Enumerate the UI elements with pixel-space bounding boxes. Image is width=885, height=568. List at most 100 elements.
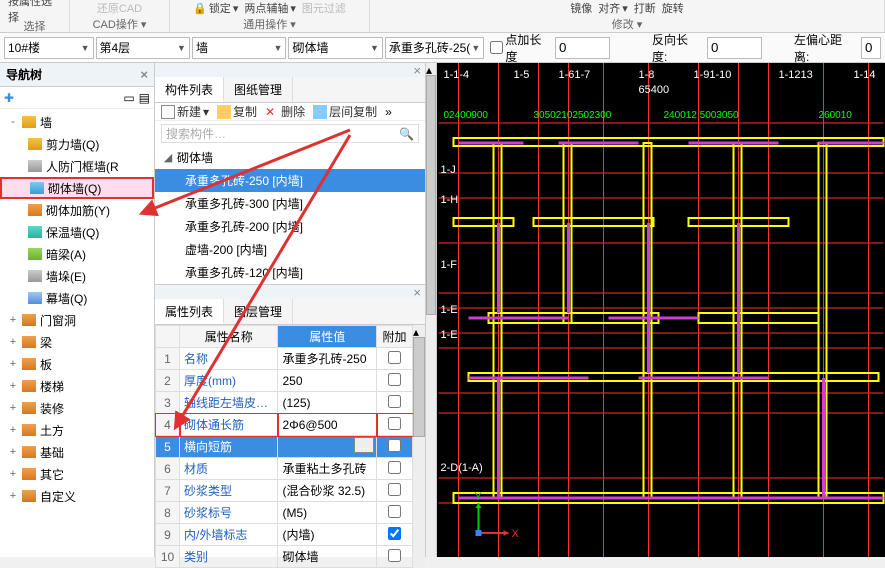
prop-row[interactable]: 8砂浆标号(M5): [156, 502, 413, 524]
extra-checkbox[interactable]: [377, 436, 413, 458]
col-propname[interactable]: 属性名称: [180, 326, 278, 348]
elem-filter-button[interactable]: 图元过滤: [302, 0, 346, 16]
comp-item[interactable]: 承重多孔砖-120 [内墙]: [155, 261, 425, 284]
prop-value[interactable]: (混合砂浆 32.5): [278, 480, 377, 502]
break-button[interactable]: 打断: [634, 0, 656, 16]
prop-name[interactable]: 内/外墙标志: [180, 524, 278, 546]
search-input[interactable]: 搜索构件… 🔍: [161, 124, 419, 143]
copy-button[interactable]: 复制: [217, 103, 257, 120]
tree-item-梁[interactable]: +梁: [0, 331, 154, 353]
tree-item-人防门框墙(R[interactable]: 人防门框墙(R: [0, 155, 154, 177]
point-add-checkbox[interactable]: 点加长度: [490, 31, 553, 65]
tree-item-墙垛(E)[interactable]: 墙垛(E): [0, 265, 154, 287]
tab-property-list[interactable]: 属性列表: [155, 299, 224, 324]
prop-row[interactable]: 3轴线距左墙皮…(125): [156, 392, 413, 414]
tree-item-楼梯[interactable]: +楼梯: [0, 375, 154, 397]
prop-row[interactable]: 2厚度(mm)250: [156, 370, 413, 392]
prop-value[interactable]: (M5): [278, 502, 377, 524]
complist-close-icon[interactable]: ×: [413, 63, 421, 78]
prop-name[interactable]: 名称: [180, 348, 278, 370]
comp-item[interactable]: 承重多孔砖-250 [内墙]: [155, 169, 425, 192]
extra-checkbox[interactable]: [377, 480, 413, 502]
tree-item-墙[interactable]: -墙: [0, 111, 154, 133]
search-icon[interactable]: 🔍: [399, 127, 414, 141]
prop-name[interactable]: 砂浆标号: [180, 502, 278, 524]
tree-item-幕墙(Q)[interactable]: 幕墙(Q): [0, 287, 154, 309]
aux-axis-button[interactable]: 两点辅轴 ▾: [244, 0, 296, 16]
col-extra[interactable]: 附加: [377, 326, 413, 348]
prop-name[interactable]: 砌体通长筋: [180, 414, 278, 436]
prop-value[interactable]: 承重多孔砖-250: [278, 348, 377, 370]
prop-row[interactable]: 9内/外墙标志(内墙): [156, 524, 413, 546]
comp-item[interactable]: 承重多孔砖-200 [内墙]: [155, 215, 425, 238]
tree-item-保温墙(Q)[interactable]: 保温墙(Q): [0, 221, 154, 243]
prop-row[interactable]: 1名称承重多孔砖-250: [156, 348, 413, 370]
tree-item-其它[interactable]: +其它: [0, 463, 154, 485]
tree-item-板[interactable]: +板: [0, 353, 154, 375]
cad-view[interactable]: 65400 02400900 30502102502300 240012 500…: [437, 63, 885, 557]
tree-item-自定义[interactable]: +自定义: [0, 485, 154, 507]
tree-item-暗梁(A)[interactable]: 暗梁(A): [0, 243, 154, 265]
prop-value[interactable]: 250: [278, 370, 377, 392]
new-button[interactable]: 新建 ▾: [161, 103, 209, 120]
rotate-button[interactable]: 旋转: [662, 0, 684, 16]
building-combo[interactable]: 10#楼▼: [4, 37, 94, 59]
align-button[interactable]: 对齐 ▾: [598, 0, 628, 16]
subtype-combo[interactable]: 砌体墙▼: [288, 37, 382, 59]
tree-item-基础[interactable]: +基础: [0, 441, 154, 463]
extra-checkbox[interactable]: [377, 502, 413, 524]
prop-name[interactable]: 砂浆类型: [180, 480, 278, 502]
nav-view1-icon[interactable]: ▭: [123, 91, 134, 105]
tree-item-砌体墙(Q)[interactable]: 砌体墙(Q): [0, 177, 154, 199]
toolbar-more-icon[interactable]: »: [385, 105, 392, 119]
prop-name[interactable]: 轴线距左墙皮…: [180, 392, 278, 414]
prop-row[interactable]: 5横向短筋…: [156, 436, 413, 458]
nav-view2-icon[interactable]: ▤: [139, 91, 150, 105]
prop-row[interactable]: 4砌体通长筋2Φ6@500: [156, 414, 413, 436]
browse-button[interactable]: …: [354, 437, 374, 453]
extra-checkbox[interactable]: [377, 414, 413, 436]
spec-combo[interactable]: 承重多孔砖-25(▼: [385, 37, 484, 59]
extra-checkbox[interactable]: [377, 370, 413, 392]
extra-checkbox[interactable]: [377, 458, 413, 480]
comp-item[interactable]: 承重多孔砖-300 [内墙]: [155, 192, 425, 215]
tree-item-门窗洞[interactable]: +门窗洞: [0, 309, 154, 331]
mirror-button[interactable]: 镜像: [570, 0, 592, 16]
prop-value[interactable]: 承重粘土多孔砖: [278, 458, 377, 480]
point-add-input[interactable]: [555, 37, 610, 59]
prop-name[interactable]: 材质: [180, 458, 278, 480]
layer-copy-button[interactable]: 层间复制: [313, 103, 377, 120]
tab-layer-mgmt[interactable]: 图层管理: [224, 299, 293, 324]
nav-add-icon[interactable]: ✚: [4, 91, 14, 105]
tree-item-剪力墙(Q)[interactable]: 剪力墙(Q): [0, 133, 154, 155]
proplist-close-icon[interactable]: ×: [413, 285, 421, 300]
restore-cad-button[interactable]: 还原CAD: [97, 0, 142, 16]
delete-button[interactable]: ✕删除: [265, 103, 305, 120]
tab-drawing-mgmt[interactable]: 图纸管理: [224, 77, 293, 102]
tree-item-土方[interactable]: +土方: [0, 419, 154, 441]
prop-value[interactable]: (125): [278, 392, 377, 414]
prop-value[interactable]: (内墙): [278, 524, 377, 546]
category-combo[interactable]: 墙▼: [192, 37, 286, 59]
prop-name[interactable]: 厚度(mm): [180, 370, 278, 392]
prop-value[interactable]: 2Φ6@500: [278, 414, 377, 436]
nav-close-icon[interactable]: ×: [140, 67, 148, 82]
extra-checkbox[interactable]: [377, 392, 413, 414]
floor-combo[interactable]: 第4层▼: [96, 37, 190, 59]
mid-scrollbar[interactable]: ▴: [425, 63, 437, 557]
reverse-length-input[interactable]: [707, 37, 762, 59]
comp-group[interactable]: ◢砌体墙: [155, 146, 425, 169]
prop-scrollbar[interactable]: ▴: [413, 325, 425, 568]
prop-row[interactable]: 6材质承重粘土多孔砖: [156, 458, 413, 480]
extra-checkbox[interactable]: [377, 524, 413, 546]
extra-checkbox[interactable]: [377, 348, 413, 370]
comp-item[interactable]: 虚墙-200 [内墙]: [155, 238, 425, 261]
tree-item-装修[interactable]: +装修: [0, 397, 154, 419]
left-offset-input[interactable]: [861, 37, 881, 59]
col-propvalue[interactable]: 属性值: [278, 326, 377, 348]
prop-name[interactable]: 横向短筋: [180, 436, 278, 458]
lock-button[interactable]: 🔒锁定 ▾: [193, 0, 238, 16]
tab-component-list[interactable]: 构件列表: [155, 77, 224, 102]
tree-item-砌体加筋(Y)[interactable]: 砌体加筋(Y): [0, 199, 154, 221]
prop-row[interactable]: 7砂浆类型(混合砂浆 32.5): [156, 480, 413, 502]
